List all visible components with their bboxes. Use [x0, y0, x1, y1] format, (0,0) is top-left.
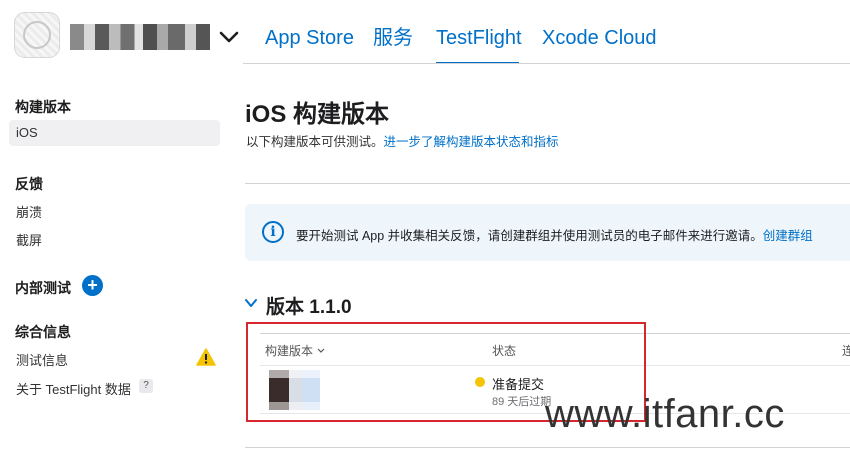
- sidebar-heading-feedback: 反馈: [15, 176, 43, 192]
- warning-icon: [196, 348, 216, 366]
- column-header-cut[interactable]: 连: [842, 342, 850, 359]
- tab-xcode-cloud[interactable]: Xcode Cloud: [542, 24, 657, 52]
- section-divider: [245, 183, 850, 184]
- sidebar-heading-builds: 构建版本: [15, 99, 71, 115]
- page-title: iOS 构建版本: [245, 101, 390, 128]
- add-internal-group-button[interactable]: +: [82, 275, 103, 296]
- help-icon[interactable]: ?: [139, 379, 153, 393]
- tab-services[interactable]: 服务: [373, 24, 413, 52]
- chevron-down-icon[interactable]: [218, 28, 240, 46]
- version-title[interactable]: 版本 1.1.0: [266, 292, 352, 319]
- sidebar-item-about-testflight-data[interactable]: 关于 TestFlight 数据: [16, 379, 131, 398]
- watermark: www.itfanr.cc: [545, 392, 785, 436]
- page-subtitle: 以下构建版本可供测试。进一步了解构建版本状态和指标: [246, 131, 559, 150]
- sidebar-selected-bg: [9, 120, 220, 146]
- sidebar-heading-internal-testing[interactable]: 内部测试: [15, 278, 71, 298]
- tab-testflight[interactable]: TestFlight: [436, 24, 522, 52]
- subtitle-text: 以下构建版本可供测试。: [246, 135, 384, 149]
- chevron-down-icon[interactable]: [243, 296, 259, 310]
- sidebar-item-ios[interactable]: iOS: [16, 125, 38, 140]
- app-name-redacted[interactable]: [70, 24, 210, 50]
- learn-more-link[interactable]: 进一步了解构建版本状态和指标: [384, 135, 559, 149]
- create-group-link[interactable]: 创建群组: [763, 229, 813, 243]
- info-icon: i: [262, 221, 284, 243]
- sidebar-item-crashes[interactable]: 崩溃: [16, 202, 42, 221]
- tab-app-store[interactable]: App Store: [265, 24, 354, 52]
- info-banner-text: 要开始测试 App 并收集相关反馈，请创建群组并使用测试员的电子邮件来进行邀请。…: [296, 225, 813, 244]
- app-icon[interactable]: [14, 12, 60, 58]
- header-divider: [243, 63, 850, 64]
- bottom-divider: [245, 447, 850, 448]
- sidebar-item-screenshots[interactable]: 截屏: [16, 230, 42, 249]
- sidebar-heading-general-info: 综合信息: [15, 324, 71, 340]
- sidebar-item-test-info[interactable]: 测试信息: [16, 350, 68, 369]
- info-message: 要开始测试 App 并收集相关反馈，请创建群组并使用测试员的电子邮件来进行邀请。: [296, 229, 763, 243]
